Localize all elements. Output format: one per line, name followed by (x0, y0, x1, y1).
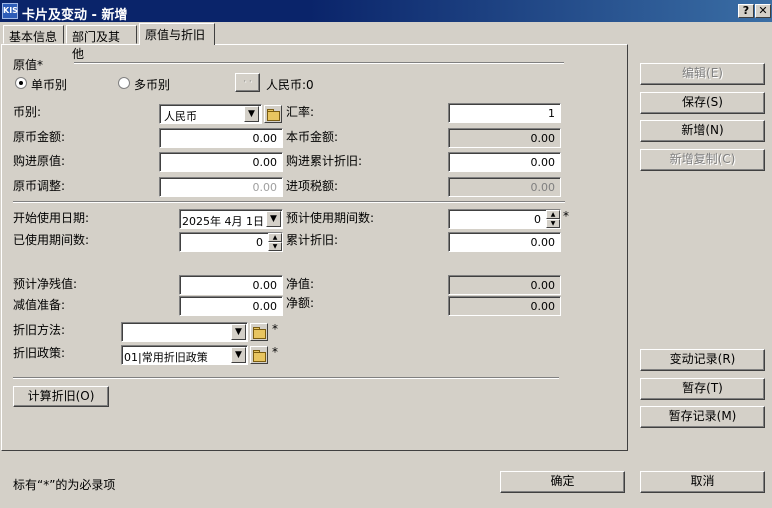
calc-depreciation-button[interactable]: 计算折旧(O) (13, 386, 109, 407)
orig-amount-field[interactable]: 0.00 (159, 128, 283, 148)
ok-button[interactable]: 确定 (500, 471, 625, 493)
divider (13, 377, 559, 379)
chevron-down-icon[interactable]: ▼ (231, 324, 246, 340)
single-currency-label: 单币别 (31, 78, 68, 92)
orig-adjust-field: 0.00 (159, 177, 283, 197)
accum-dep-label: 累计折旧: (286, 233, 339, 247)
currency-label: 币别: (13, 105, 42, 119)
original-value-section-label: 原值* (13, 58, 44, 72)
expected-periods-stepper[interactable]: ▲ ▼ (546, 210, 560, 228)
purchase-value-label: 购进原值: (13, 154, 66, 168)
divider (13, 201, 565, 203)
tab-basic-info[interactable]: 基本信息 (3, 25, 64, 44)
edit-button[interactable]: 编辑(E) (640, 63, 765, 85)
tab-department-other[interactable]: 部门及其他 (66, 25, 137, 61)
policy-label: 折旧政策: (13, 346, 66, 360)
net-amount-label: 净额: (286, 296, 315, 310)
local-amount-field: 0.00 (448, 128, 561, 148)
expected-periods-label: 预计使用期间数: (286, 211, 375, 225)
method-select[interactable] (121, 322, 248, 342)
required-mark: * (563, 209, 569, 223)
required-note: 标有“*”的为必录项 (13, 478, 116, 492)
method-label: 折旧方法: (13, 323, 66, 337)
temp-log-button[interactable]: 暂存记录(M) (640, 406, 765, 428)
input-tax-field: 0.00 (448, 177, 561, 197)
single-currency-radio[interactable] (15, 77, 27, 89)
section-divider (74, 62, 564, 64)
folder-icon[interactable] (264, 105, 282, 123)
add-copy-button[interactable]: 新增复制(C) (640, 149, 765, 171)
net-value-field: 0.00 (448, 275, 561, 295)
policy-select[interactable]: 01|常用折旧政策 (121, 345, 248, 365)
folder-icon[interactable] (250, 346, 268, 364)
start-date-label: 开始使用日期: (13, 211, 90, 225)
purchase-value-field[interactable]: 0.00 (159, 152, 283, 172)
orig-adjust-label: 原币调整: (13, 179, 66, 193)
net-amount-field: 0.00 (448, 296, 561, 316)
purchase-accum-label: 购进累计折旧: (286, 154, 363, 168)
rate-field[interactable]: 1 (448, 103, 561, 123)
residual-field[interactable]: 0.00 (179, 275, 283, 295)
title-bar: KIS 卡片及变动 - 新增 ? ✕ (0, 0, 772, 23)
multi-currency-radio[interactable] (118, 77, 130, 89)
change-log-button[interactable]: 变动记录(R) (640, 349, 765, 371)
tab-value-depreciation[interactable]: 原值与折旧 (139, 23, 215, 45)
temp-save-button[interactable]: 暂存(T) (640, 378, 765, 400)
chevron-down-icon[interactable]: ▼ (266, 211, 281, 227)
window-title: 卡片及变动 - 新增 (22, 8, 128, 23)
impairment-field[interactable]: 0.00 (179, 296, 283, 316)
net-value-label: 净值: (286, 277, 315, 291)
folder-icon[interactable] (250, 323, 268, 341)
app-icon: KIS (2, 3, 18, 19)
save-button[interactable]: 保存(S) (640, 92, 765, 114)
close-button[interactable]: ✕ (755, 4, 771, 18)
multi-currency-label: 多币别 (134, 78, 171, 92)
local-amount-label: 本币金额: (286, 130, 339, 144)
help-button[interactable]: ? (738, 4, 754, 18)
purchase-accum-field[interactable]: 0.00 (448, 152, 561, 172)
required-mark: * (272, 345, 278, 359)
chevron-down-icon[interactable]: ▼ (231, 347, 246, 363)
cancel-button[interactable]: 取消 (640, 471, 765, 493)
input-tax-label: 进项税额: (286, 179, 339, 193)
impairment-label: 减值准备: (13, 298, 66, 312)
used-periods-label: 已使用期间数: (13, 233, 90, 247)
residual-label: 预计净残值: (13, 277, 78, 291)
expected-periods-field[interactable]: 0 (448, 209, 561, 229)
required-mark: * (272, 322, 278, 336)
currency-detail-button[interactable]: · · (235, 73, 260, 92)
add-button[interactable]: 新增(N) (640, 120, 765, 142)
orig-amount-label: 原币金额: (13, 130, 66, 144)
rate-label: 汇率: (286, 105, 315, 119)
chevron-down-icon[interactable]: ▼ (244, 106, 259, 122)
accum-dep-field[interactable]: 0.00 (448, 232, 561, 252)
rmb-amount-text: 人民币:0 (266, 78, 314, 92)
used-periods-stepper[interactable]: ▲ ▼ (268, 233, 282, 251)
